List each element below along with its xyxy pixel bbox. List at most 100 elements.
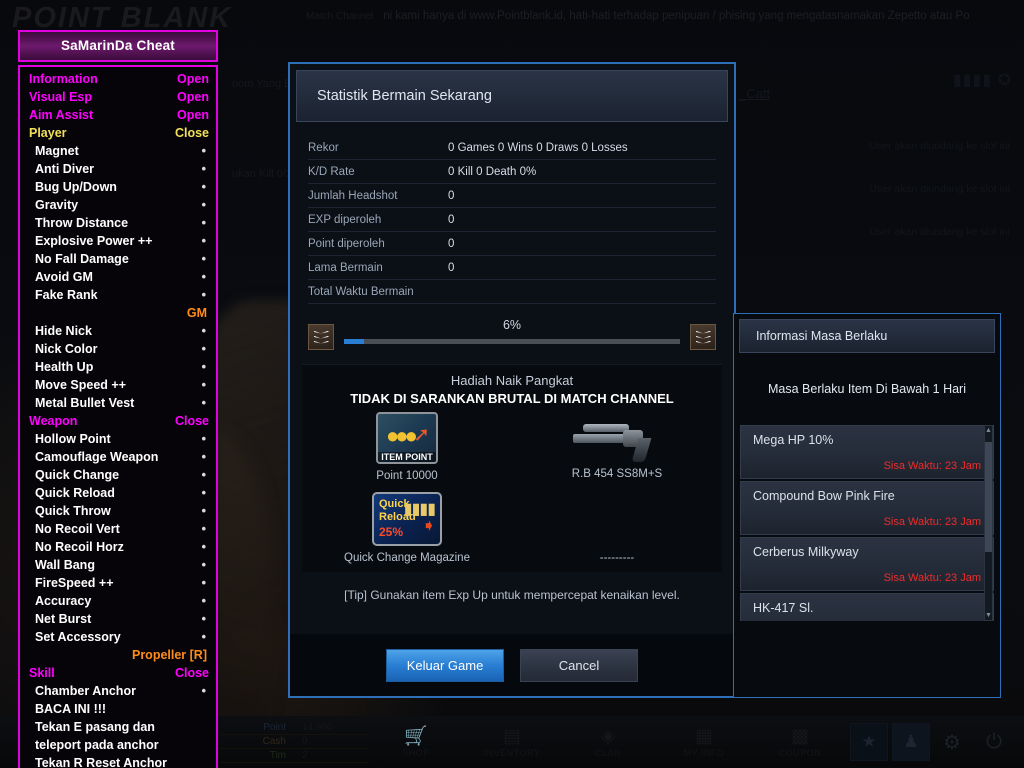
expiry-header: Informasi Masa Berlaku (739, 319, 995, 353)
reward-item-1: R.B 454 SS8M+S (512, 412, 722, 482)
cheat-row-camouflage-weapon[interactable]: Camouflage Weapon • (29, 448, 209, 466)
cheat-row-label: FireSpeed ++ (35, 576, 114, 590)
cheat-row-health-up[interactable]: Health Up • (29, 358, 209, 376)
cheat-row-label: Bug Up/Down (35, 180, 117, 194)
stat-label: Lama Bermain (308, 261, 383, 274)
cheat-row-avoid-gm[interactable]: Avoid GM • (29, 268, 209, 286)
cheat-row-magnet[interactable]: Magnet • (29, 142, 209, 160)
cheat-row-dot-icon: • (201, 323, 206, 338)
cheat-row-metal-bullet-vest[interactable]: Metal Bullet Vest • (29, 394, 209, 412)
cheat-row-label: Health Up (35, 360, 94, 374)
cheat-row-dot-icon: • (201, 233, 206, 248)
dialog-tip-text: [Tip] Gunakan item Exp Up untuk memperce… (344, 588, 680, 602)
expiry-item[interactable]: Mega HP 10% Sisa Waktu: 23 Jam (740, 425, 994, 479)
scrollbar-thumb[interactable] (985, 442, 992, 552)
cheat-row-no-recoil-vert[interactable]: No Recoil Vert • (29, 520, 209, 538)
dialog-footer: Keluar Game Cancel (290, 634, 734, 696)
cheat-row-label: Camouflage Weapon (35, 450, 159, 464)
cheat-row-status: Open (177, 108, 209, 122)
background-player-name: _Catt (739, 86, 771, 101)
cheat-row-quick-change[interactable]: Quick Change • (29, 466, 209, 484)
statistics-dialog: Statistik Bermain Sekarang Rekor 0 Games … (288, 62, 736, 698)
settings-button[interactable]: ⚙ (932, 722, 972, 762)
nav-button-shop[interactable]: 🛒 SHOP (368, 716, 464, 768)
action-button-group[interactable]: ★ ♟ ⚙ ⏻ (848, 722, 1014, 762)
cheat-row-no-fall-damage[interactable]: No Fall Damage • (29, 250, 209, 268)
expiry-item[interactable]: HK-417 Sl.Sisa Waktu: 23 Jam (740, 593, 994, 621)
expiry-item-name: HK-417 Sl. (753, 601, 814, 615)
cheat-row-label: Tekan R Reset Anchor (35, 756, 167, 768)
cheat-row-status: Close (174, 666, 209, 680)
expiry-item-list[interactable]: Mega HP 10% Sisa Waktu: 23 Jam Compound Bo… (740, 425, 994, 621)
nav-button-inventory[interactable]: ▤ INVENTORY (464, 716, 560, 768)
stat-value: 0 (448, 189, 455, 202)
scroll-down-arrow-icon[interactable]: ▼ (985, 612, 992, 619)
cheat-row-dot-icon: • (201, 539, 206, 554)
cheat-row-set-accessory[interactable]: Set Accessory • (29, 628, 209, 646)
revolver-icon (571, 412, 663, 462)
cheat-row-accuracy[interactable]: Accuracy • (29, 592, 209, 610)
expiry-item[interactable]: Cerberus Milkyway Sisa Waktu: 23 Jam (740, 537, 994, 591)
current-rank-icon (308, 324, 334, 350)
cheat-row-explosive-power[interactable]: Explosive Power ++ • (29, 232, 209, 250)
reward-caption-3: --------- (599, 552, 635, 564)
cheat-row-visual-esp[interactable]: Visual Esp Open (29, 88, 209, 106)
event-button[interactable]: ★ (850, 723, 888, 761)
cheat-row-information[interactable]: Information Open (29, 70, 209, 88)
cheat-row-label: Quick Change (35, 468, 120, 482)
cheat-row-hide-nick[interactable]: Hide Nick • (29, 322, 209, 340)
friends-button[interactable]: ♟ (892, 723, 930, 761)
cheat-row-aim-assist[interactable]: Aim Assist Open (29, 106, 209, 124)
cheat-row-quick-reload[interactable]: Quick Reload • (29, 484, 209, 502)
nav-button-coupon[interactable]: ▩ COUPON (752, 716, 848, 768)
stat-row: EXP diperoleh 0 (308, 208, 716, 232)
cheat-row-skill[interactable]: Skill Close (29, 664, 209, 682)
rank-progress-bar: 6% (344, 318, 680, 352)
cheat-row-gm: GM (29, 304, 209, 322)
cheat-row-fake-rank[interactable]: Fake Rank • (29, 286, 209, 304)
expiry-item[interactable]: Compound Bow Pink Fire Sisa Waktu: 23 Jam (740, 481, 994, 535)
cheat-row-throw-distance[interactable]: Throw Distance • (29, 214, 209, 232)
rank-rewards-section: Hadiah Naik Pangkat TIDAK DI SARANKAN BR… (302, 364, 722, 572)
cheat-row-bug-up-down[interactable]: Bug Up/Down • (29, 178, 209, 196)
cheat-row-dot-icon: • (201, 197, 206, 212)
cheat-row-anti-diver[interactable]: Anti Diver • (29, 160, 209, 178)
cheat-row-label: Set Accessory (35, 630, 121, 644)
cheat-row-propeller-r: Propeller [R] (29, 646, 209, 664)
rank-progress-row: 6% (308, 318, 716, 354)
cheat-row-no-recoil-horz[interactable]: No Recoil Horz • (29, 538, 209, 556)
cheat-menu-panel[interactable]: SaMarinDa Cheat Information Open Visual Es… (18, 30, 218, 768)
cheat-row-dot-icon: • (201, 485, 206, 500)
power-button[interactable]: ⏻ (974, 722, 1014, 762)
cheat-row-label: BACA INI !!! (35, 702, 107, 716)
cancel-button[interactable]: Cancel (520, 648, 638, 682)
cheat-row-weapon[interactable]: Weapon Close (29, 412, 209, 430)
cheat-row-dot-icon: • (201, 503, 206, 518)
scroll-up-arrow-icon[interactable]: ▲ (985, 427, 992, 434)
cheat-menu-list[interactable]: Information Open Visual Esp Open Aim Assist O… (18, 65, 218, 768)
nav-button-group[interactable]: 🛒 SHOP ▤ INVENTORY ◈ CLAN ▦ MY INFO ▩ COUPON (368, 716, 848, 768)
cheat-row-tekan-e-pasang-dan: Tekan E pasang dan (29, 718, 209, 736)
nav-button-my-info[interactable]: ▦ MY INFO (656, 716, 752, 768)
keluar-game-button[interactable]: Keluar Game (386, 648, 504, 682)
cheat-row-quick-throw[interactable]: Quick Throw • (29, 502, 209, 520)
cheat-row-player[interactable]: Player Close (29, 124, 209, 142)
cheat-row-firespeed[interactable]: FireSpeed ++ • (29, 574, 209, 592)
currency-label: Tim (269, 750, 286, 761)
cheat-row-gravity[interactable]: Gravity • (29, 196, 209, 214)
cheat-row-net-burst[interactable]: Net Burst • (29, 610, 209, 628)
cheat-row-chamber-anchor[interactable]: Chamber Anchor • (29, 682, 209, 700)
cheat-row-label: Skill (29, 666, 55, 680)
cheat-row-wall-bang[interactable]: Wall Bang • (29, 556, 209, 574)
cheat-row-label: Hide Nick (35, 324, 92, 338)
cheat-row-dot-icon: • (201, 161, 206, 176)
expiry-scrollbar[interactable]: ▲ ▼ (984, 425, 993, 621)
nav-button-clan[interactable]: ◈ CLAN (560, 716, 656, 768)
stat-value: 0 (448, 237, 455, 250)
cheat-row-move-speed[interactable]: Move Speed ++ • (29, 376, 209, 394)
stat-row: Lama Bermain 0 (308, 256, 716, 280)
expiry-item-time: Sisa Waktu: 23 Jam (883, 572, 981, 584)
cheat-row-nick-color[interactable]: Nick Color • (29, 340, 209, 358)
cheat-row-dot-icon: • (201, 611, 206, 626)
cheat-row-hollow-point[interactable]: Hollow Point • (29, 430, 209, 448)
